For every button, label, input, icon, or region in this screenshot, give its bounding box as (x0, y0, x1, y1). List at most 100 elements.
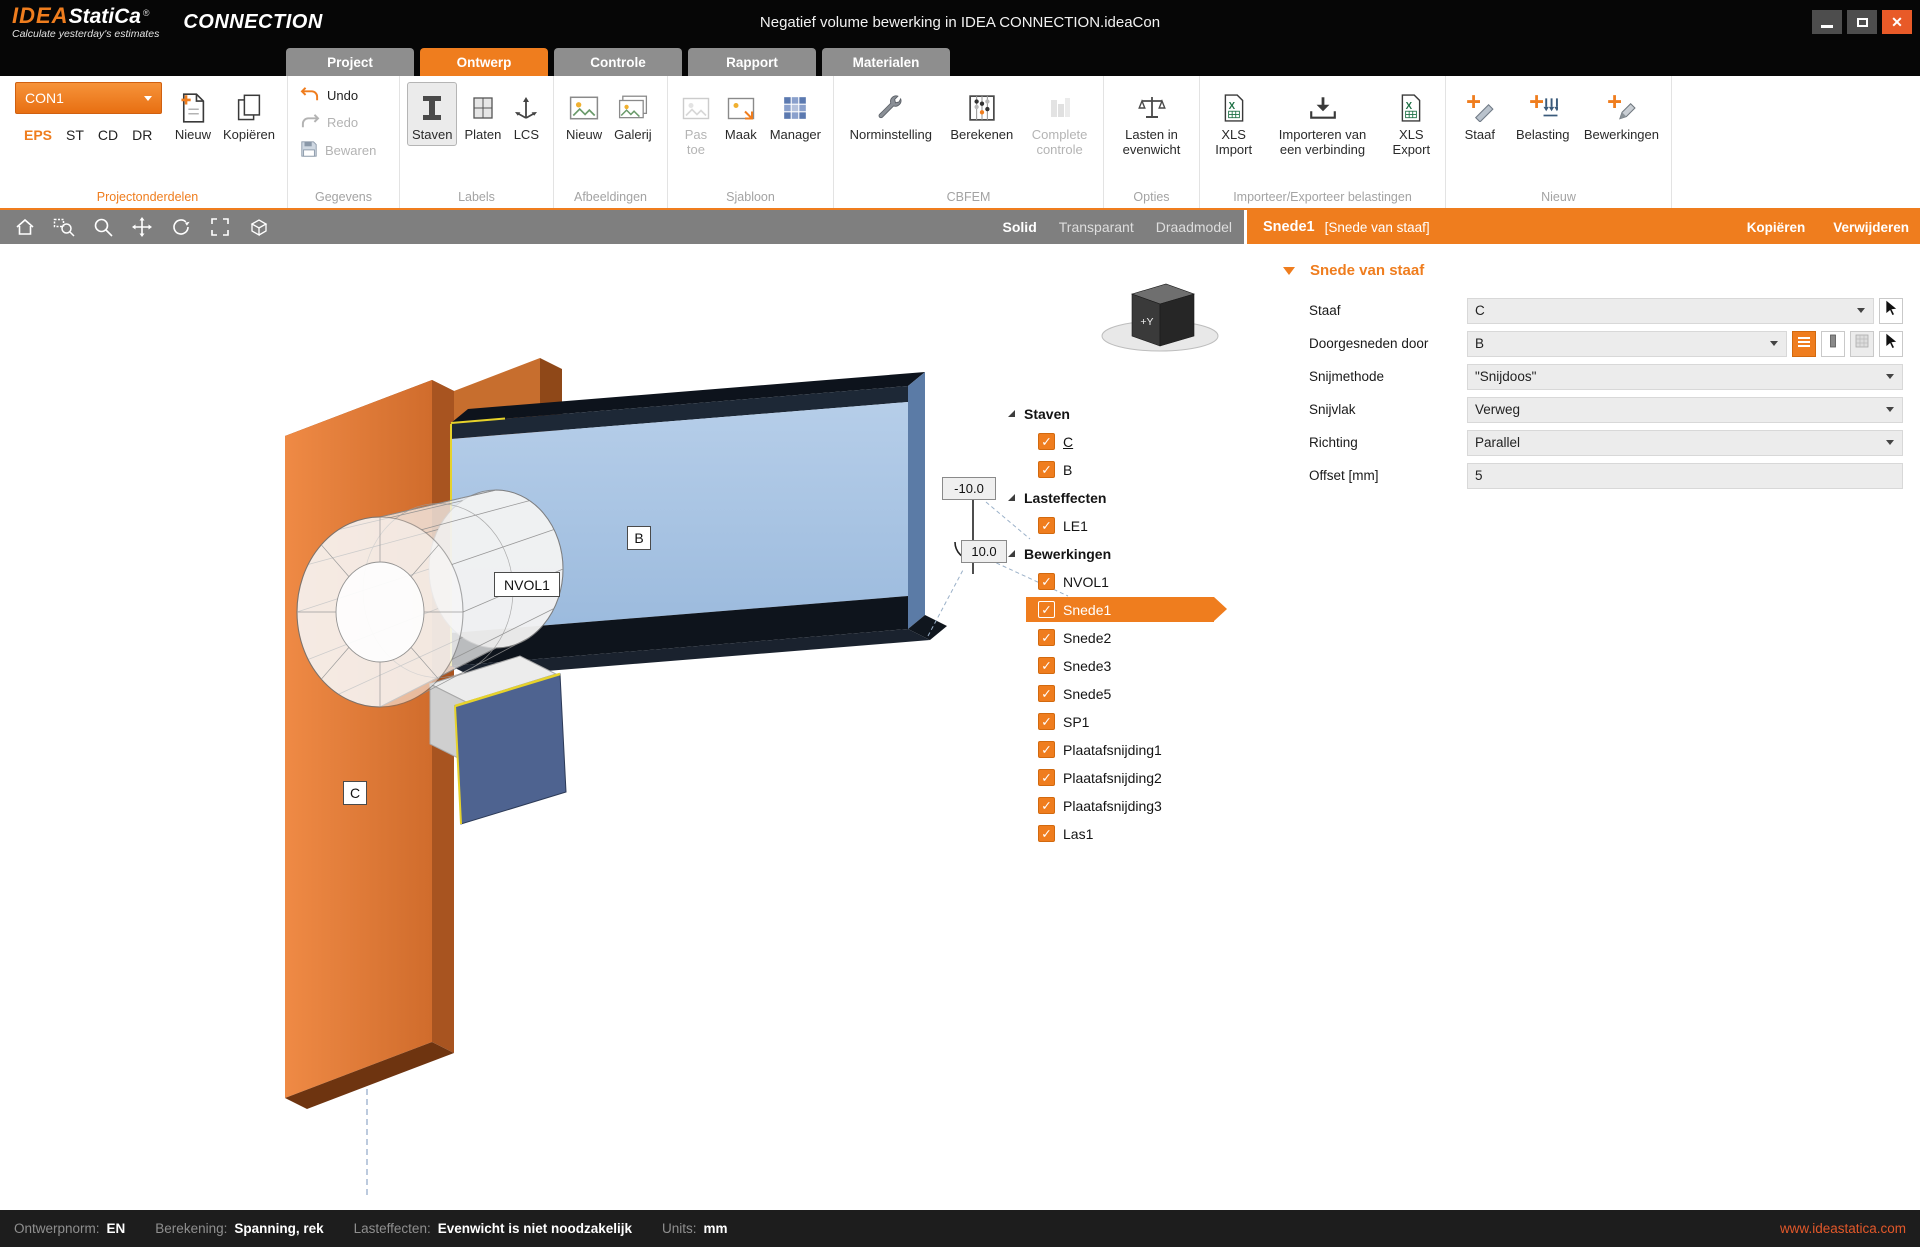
labels-staven-toggle[interactable]: Staven (407, 82, 457, 146)
tree-item-las1[interactable]: ✓ Las1 (1038, 821, 1093, 846)
expander-icon[interactable] (1008, 550, 1015, 557)
tree-item-plaatafsnijding3[interactable]: ✓ Plaatafsnijding3 (1038, 793, 1162, 818)
tree-item-snede2[interactable]: ✓ Snede2 (1038, 625, 1111, 650)
loads-in-equilibrium-button[interactable]: Lasten in evenwicht (1111, 82, 1192, 160)
tree-item-c[interactable]: ✓ C (1038, 429, 1073, 454)
offset-input[interactable]: 5 (1467, 463, 1903, 489)
section-collapse-icon[interactable] (1283, 267, 1295, 275)
tree-item-le1[interactable]: ✓ LE1 (1038, 513, 1088, 538)
tree-item-plaatafsnijding1[interactable]: ✓ Plaatafsnijding1 (1038, 737, 1162, 762)
tree-group-label: Lasteffecten (1024, 490, 1106, 506)
tab-rapport[interactable]: Rapport (688, 48, 816, 76)
tree-item-sp1[interactable]: ✓ SP1 (1038, 709, 1089, 734)
tree-item-snede1-selected[interactable]: ✓ Snede1 (1026, 597, 1214, 622)
checkbox-checked-icon[interactable]: ✓ (1038, 797, 1055, 814)
section-box-icon[interactable] (246, 214, 272, 240)
checkbox-checked-icon[interactable]: ✓ (1038, 461, 1055, 478)
render-mode-solid[interactable]: Solid (1003, 219, 1037, 235)
labels-lcs-toggle[interactable]: LCS (508, 82, 544, 146)
pan-icon[interactable] (129, 214, 155, 240)
checkbox-checked-icon[interactable]: ✓ (1038, 433, 1055, 450)
expander-icon[interactable] (1008, 410, 1015, 417)
cut-method-select[interactable]: "Snijdoos" (1467, 364, 1903, 390)
undo-button[interactable]: Undo (295, 84, 381, 107)
new-operation-button[interactable]: Bewerkingen (1579, 82, 1664, 146)
tree-item-snede3[interactable]: ✓ Snede3 (1038, 653, 1111, 678)
new-image-button[interactable]: Nieuw (561, 82, 607, 146)
checkbox-checked-icon[interactable]: ✓ (1038, 713, 1055, 730)
tree-item-nvol1[interactable]: ✓ NVOL1 (1038, 569, 1109, 594)
zoom-window-icon[interactable] (51, 214, 77, 240)
tab-controle[interactable]: Controle (554, 48, 682, 76)
gallery-button[interactable]: Galerij (609, 82, 657, 146)
delete-operation-button[interactable]: Verwijderen (1833, 220, 1909, 235)
checkbox-checked-icon[interactable]: ✓ (1038, 769, 1055, 786)
calculate-button[interactable]: Berekenen (943, 82, 1022, 146)
zoom-fit-icon[interactable] (207, 214, 233, 240)
template-make-button[interactable]: Maak (719, 82, 763, 146)
new-project-item-button[interactable]: Nieuw (170, 82, 216, 146)
prop-label: Richting (1309, 435, 1467, 450)
new-load-button[interactable]: Belasting (1509, 82, 1577, 146)
render-mode-wireframe[interactable]: Draadmodel (1156, 219, 1232, 235)
tab-project[interactable]: Project (286, 48, 414, 76)
project-item-select[interactable]: CON1 (15, 82, 162, 114)
pick-member-button[interactable] (1879, 298, 1903, 324)
save-button[interactable]: Bewaren (295, 138, 381, 163)
copy-operation-button[interactable]: Kopiëren (1747, 220, 1806, 235)
tree-item-snede5[interactable]: ✓ Snede5 (1038, 681, 1111, 706)
checkbox-checked-icon[interactable]: ✓ (1038, 629, 1055, 646)
mode-dr[interactable]: DR (132, 127, 152, 143)
minimize-button[interactable] (1812, 10, 1842, 34)
direction-select[interactable]: Parallel (1467, 430, 1903, 456)
checkbox-checked-icon[interactable]: ✓ (1038, 825, 1055, 842)
tree-group-bewerkingen[interactable]: Bewerkingen (1008, 541, 1111, 566)
cut-grid-toggle[interactable] (1850, 331, 1874, 357)
copy-project-item-button[interactable]: Kopiëren (218, 82, 280, 146)
tree-item-plaatafsnijding2[interactable]: ✓ Plaatafsnijding2 (1038, 765, 1162, 790)
tree-item-b[interactable]: ✓ B (1038, 457, 1072, 482)
home-view-icon[interactable] (12, 214, 38, 240)
undo-icon (300, 86, 320, 105)
tab-ontwerp[interactable]: Ontwerp (420, 48, 548, 76)
checkbox-checked-icon[interactable]: ✓ (1038, 685, 1055, 702)
template-apply-button[interactable]: Pas toe (675, 82, 717, 160)
checkbox-checked-icon[interactable]: ✓ (1038, 573, 1055, 590)
dimension-label[interactable]: -10.0 (942, 477, 996, 500)
dimension-label[interactable]: 10.0 (961, 540, 1007, 563)
complete-check-button[interactable]: Complete controle (1023, 82, 1096, 160)
checkbox-checked-icon[interactable]: ✓ (1038, 657, 1055, 674)
pick-cut-member-button[interactable] (1879, 331, 1903, 357)
mode-cd[interactable]: CD (98, 127, 118, 143)
import-connection-button[interactable]: Importeren van een verbinding (1262, 82, 1382, 160)
close-button[interactable]: ✕ (1882, 10, 1912, 34)
xls-import-button[interactable]: X XLS Import (1207, 82, 1260, 160)
cut-lines-toggle[interactable] (1792, 331, 1816, 357)
new-member-button[interactable]: Staaf (1453, 82, 1507, 146)
checkbox-checked-icon[interactable]: ✓ (1038, 741, 1055, 758)
website-link[interactable]: www.ideastatica.com (1780, 1221, 1906, 1236)
tree-group-staven[interactable]: Staven (1008, 401, 1070, 426)
rotate-view-icon[interactable] (168, 214, 194, 240)
code-setup-button[interactable]: Norminstelling (841, 82, 941, 146)
maximize-button[interactable] (1847, 10, 1877, 34)
expander-icon[interactable] (1008, 494, 1015, 501)
viewport-canvas[interactable]: +Y B C NVOL1 -10.0 10.0 Staven ✓ C ✓ B (0, 244, 1244, 1210)
cut-plane-select[interactable]: Verweg (1467, 397, 1903, 423)
checkbox-checked-icon[interactable]: ✓ (1038, 601, 1055, 618)
template-manager-button[interactable]: Manager (765, 82, 826, 146)
mode-eps[interactable]: EPS (24, 127, 52, 143)
xls-export-button[interactable]: X XLS Export (1385, 82, 1438, 160)
tab-materialen[interactable]: Materialen (822, 48, 950, 76)
tree-group-lasteffecten[interactable]: Lasteffecten (1008, 485, 1106, 510)
labels-platen-toggle[interactable]: Platen (459, 82, 506, 146)
redo-button[interactable]: Redo (295, 111, 381, 134)
cut-by-select[interactable]: B (1467, 331, 1787, 357)
section-snede-van-staaf[interactable]: Snede van staaf (1247, 262, 1920, 279)
zoom-icon[interactable] (90, 214, 116, 240)
mode-st[interactable]: ST (66, 127, 84, 143)
member-select[interactable]: C (1467, 298, 1874, 324)
render-mode-transparent[interactable]: Transparant (1059, 219, 1134, 235)
cut-plate-toggle[interactable] (1821, 331, 1845, 357)
checkbox-checked-icon[interactable]: ✓ (1038, 517, 1055, 534)
